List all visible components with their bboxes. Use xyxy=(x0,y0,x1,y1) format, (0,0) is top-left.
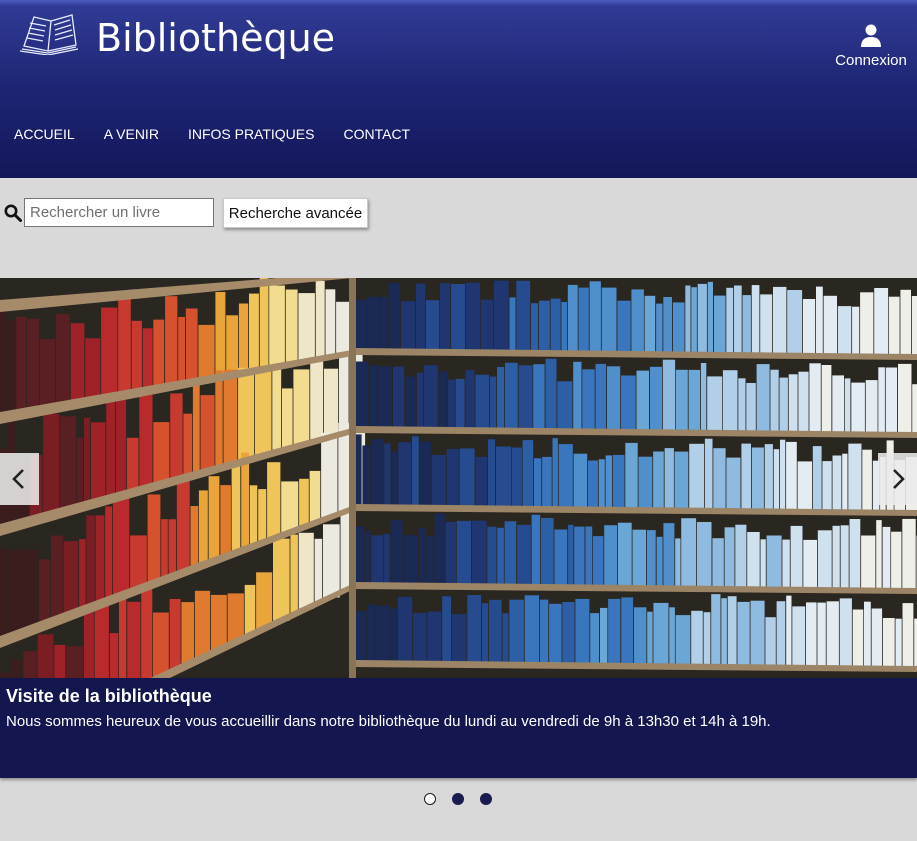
user-icon xyxy=(861,24,881,47)
carousel-prev-button[interactable] xyxy=(0,453,39,505)
login-link[interactable]: Connexion xyxy=(835,24,907,69)
book-icon xyxy=(19,14,79,55)
search-icon xyxy=(4,204,22,222)
nav-item-infos-pratiques[interactable]: INFOS PRATIQUES xyxy=(174,124,330,146)
site-header: Bibliothèque Connexion ACCUEIL A VENIR I… xyxy=(0,0,917,178)
carousel-dot-1[interactable] xyxy=(424,793,436,805)
slide-title: Visite de la bibliothèque xyxy=(6,686,212,706)
carousel-next-button[interactable] xyxy=(878,453,917,505)
login-label: Connexion xyxy=(835,52,907,69)
search-input[interactable] xyxy=(24,198,214,227)
nav-item-a-venir[interactable]: A VENIR xyxy=(90,124,174,146)
chevron-right-icon xyxy=(893,469,905,489)
slide-image xyxy=(0,278,917,678)
carousel-dot-3[interactable] xyxy=(480,793,492,805)
slide-text: Nous sommes heureux de vous accueillir d… xyxy=(6,713,771,730)
bookshelf-photo xyxy=(0,278,917,678)
nav-item-accueil[interactable]: ACCUEIL xyxy=(0,124,90,146)
site-title[interactable]: Bibliothèque xyxy=(96,16,335,60)
advanced-search-button[interactable]: Recherche avancée xyxy=(223,198,368,228)
main-nav: ACCUEIL A VENIR INFOS PRATIQUES CONTACT xyxy=(0,124,425,146)
chevron-left-icon xyxy=(12,469,24,489)
carousel-dot-2[interactable] xyxy=(452,793,464,805)
slide-caption: Visite de la bibliothèque Nous sommes he… xyxy=(0,678,917,778)
carousel: Visite de la bibliothèque Nous sommes he… xyxy=(0,278,917,778)
carousel-indicators xyxy=(424,793,508,805)
nav-item-contact[interactable]: CONTACT xyxy=(329,124,425,146)
